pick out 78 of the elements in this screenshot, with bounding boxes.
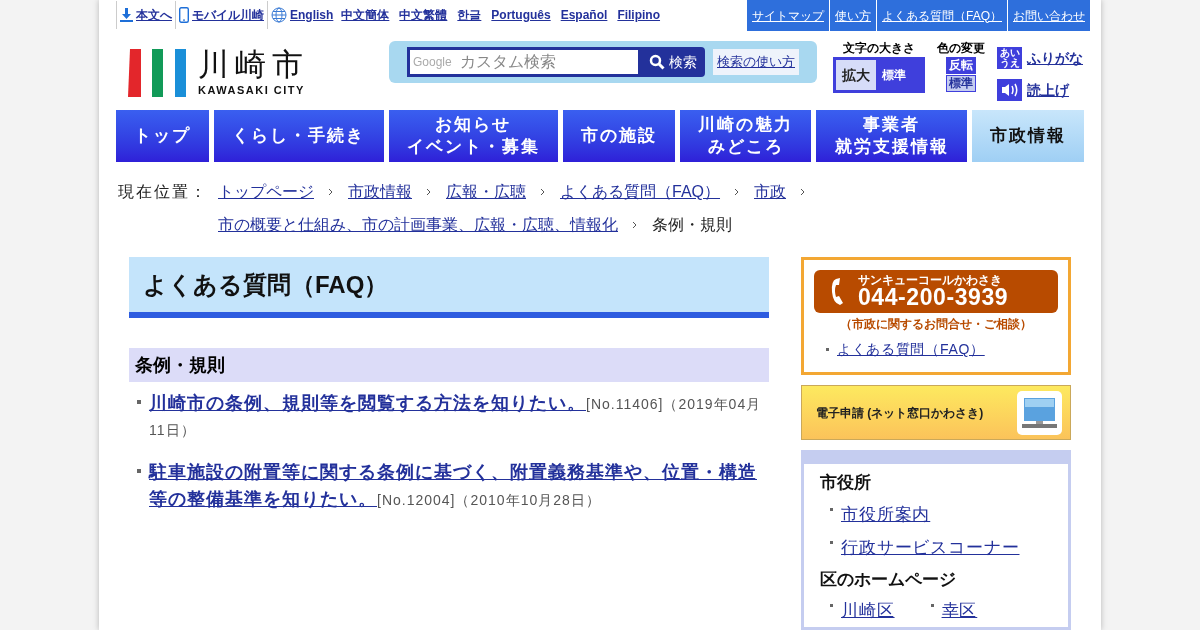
top-link[interactable]: モバイル川崎: [192, 6, 264, 24]
nav-tab[interactable]: 市政情報: [971, 110, 1084, 162]
nav-tab[interactable]: 市の施設: [562, 110, 676, 162]
search-icon: [649, 54, 665, 70]
faq-link[interactable]: よくある質問（FAQ）: [837, 339, 985, 360]
bullet-icon: [830, 604, 833, 607]
nav-tab[interactable]: 川崎の魅力 みどころ: [680, 110, 812, 162]
color-option[interactable]: 反転: [946, 57, 976, 74]
breadcrumb-link[interactable]: 市政: [754, 180, 786, 204]
utility-link[interactable]: 使い方: [829, 0, 876, 31]
call-center-name: サンキューコールかわさき: [858, 274, 1003, 286]
logo-stripes-icon: [128, 49, 188, 98]
search-brand: Google: [413, 54, 452, 70]
breadcrumb-link[interactable]: 広報・広聴: [446, 180, 526, 204]
chevron-icon: [328, 188, 334, 196]
globe-icon: [271, 7, 287, 23]
font-size-option[interactable]: 拡大: [836, 60, 876, 90]
side-menu-heading: 市役所: [820, 472, 872, 494]
utility-link[interactable]: お問い合わせ: [1007, 0, 1090, 31]
top-link[interactable]: Português: [491, 6, 551, 24]
breadcrumb-link[interactable]: 市の概要と仕組み、市の計画事業、広報・広聴、情報化: [218, 213, 618, 237]
color-option[interactable]: 標準: [946, 75, 976, 92]
bullet-icon: [930, 604, 934, 607]
bullet-icon: [830, 507, 833, 511]
call-center-note: （市政に関するお問合せ・ご相談）: [839, 316, 1033, 333]
utility-link[interactable]: サイトマップ: [746, 0, 829, 31]
download-icon: [120, 8, 133, 22]
logo-name: 川崎市: [198, 48, 309, 82]
tool-link[interactable]: 読上げ: [1027, 79, 1069, 101]
faq-question-link[interactable]: 川崎市の条例、規則等を閲覧する方法を知りたい。[No.11406]（2019年04月11日）: [149, 390, 769, 443]
breadcrumb-current: 条例・規則: [652, 215, 732, 235]
e-application-banner[interactable]: 電子申請 (ネット窓口かわさき): [801, 385, 1071, 440]
nav-tab[interactable]: トップ: [116, 110, 210, 162]
page-title: よくある質問（FAQ）: [129, 257, 769, 318]
section-heading: 条例・規則: [129, 348, 769, 382]
speaker-icon: [997, 79, 1022, 101]
furigana-icon: あい うえ: [997, 47, 1022, 69]
top-link[interactable]: 中文簡体: [341, 6, 390, 24]
bullet-icon: [137, 469, 141, 473]
breadcrumb-link[interactable]: トップページ: [218, 180, 314, 204]
color-change-title: 色の変更: [937, 40, 985, 57]
chevron-icon: [632, 221, 638, 229]
side-menu-link[interactable]: 市役所案内: [841, 501, 931, 527]
bullet-icon: [137, 400, 141, 404]
faq-question-link[interactable]: 駐車施設の附置等に関する条例に基づく、附置義務基準や、位置・構造等の整備基準を知りたい。[No.12004]（2010年10月28日）: [149, 459, 769, 513]
breadcrumb-link[interactable]: 市政情報: [348, 180, 412, 204]
nav-tab[interactable]: 事業者 就労支援情報: [816, 110, 967, 162]
top-link[interactable]: English: [290, 6, 334, 24]
top-link[interactable]: 한글: [457, 6, 482, 24]
breadcrumb-link[interactable]: よくある質問（FAQ）: [560, 180, 720, 204]
utility-link[interactable]: よくある質問（FAQ）: [876, 0, 1007, 31]
font-size-option[interactable]: 標準: [878, 60, 910, 90]
logo-subtitle: KAWASAKI CITY: [198, 83, 305, 98]
chevron-icon: [800, 188, 806, 196]
bullet-icon: [830, 541, 833, 544]
top-link[interactable]: 中文繁體: [399, 6, 448, 24]
side-menu-link[interactable]: 行政サービスコーナー: [841, 535, 1020, 561]
font-size-title: 文字の大きさ: [843, 40, 915, 57]
phone-icon: [830, 276, 846, 307]
side-menu-link[interactable]: 幸区: [941, 598, 978, 624]
chevron-icon: [540, 188, 546, 196]
computer-icon: [1017, 390, 1062, 435]
side-menu-link[interactable]: 川崎区: [841, 598, 895, 624]
top-link[interactable]: 本文へ: [136, 6, 172, 24]
search-help-link[interactable]: 検索の使い方: [713, 49, 799, 75]
bullet-icon: [826, 348, 829, 351]
breadcrumb-label: 現在位置：: [118, 182, 209, 202]
tool-link[interactable]: ふりがな: [1027, 47, 1083, 69]
call-center-phone: 044-200-3939: [858, 286, 1009, 309]
nav-tab[interactable]: くらし・手続き: [214, 110, 384, 162]
mobile-phone-icon: [179, 7, 189, 23]
top-link[interactable]: Filipino: [617, 6, 661, 24]
side-menu-heading: 区のホームページ: [820, 568, 957, 591]
search-button[interactable]: 検索: [641, 47, 705, 77]
nav-tab[interactable]: お知らせ イベント・募集: [388, 110, 558, 162]
top-link[interactable]: Español: [560, 6, 608, 24]
chevron-icon: [426, 188, 432, 196]
chevron-icon: [734, 188, 740, 196]
